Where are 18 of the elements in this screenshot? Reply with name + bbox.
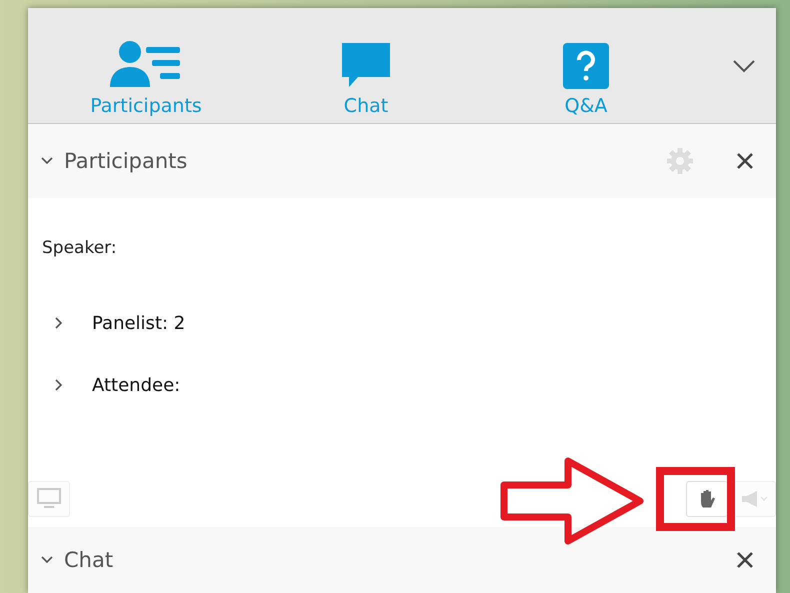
question-icon	[563, 43, 609, 89]
close-icon	[736, 152, 754, 170]
megaphone-icon	[740, 489, 770, 509]
panel-tab[interactable]: Participants	[56, 8, 236, 123]
panel-title: Participants	[64, 149, 188, 173]
chevron-down-icon	[732, 58, 756, 72]
panel-title: Chat	[64, 548, 114, 572]
tree-group[interactable]: Attendee:	[40, 370, 764, 400]
tree-group[interactable]: Panelist: 2	[40, 308, 764, 338]
panel-tab[interactable]: Chat	[276, 8, 456, 123]
speaker-label: Speaker:	[42, 238, 118, 258]
raise-hand-button[interactable]	[686, 481, 728, 517]
speech-bubble-icon	[340, 41, 392, 89]
monitor-icon	[36, 487, 62, 511]
panel-tab[interactable]: Q&A	[496, 8, 676, 123]
announce-button[interactable]	[734, 481, 776, 517]
settings-icon	[666, 147, 694, 175]
close-icon	[736, 551, 754, 569]
